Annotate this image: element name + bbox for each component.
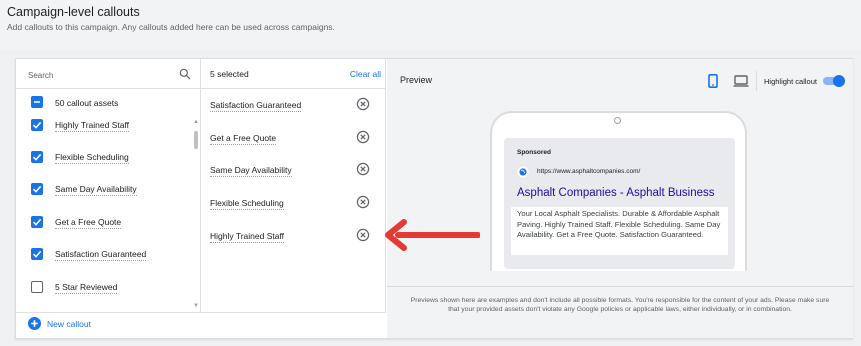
page-title: Campaign-level callouts (7, 5, 140, 19)
sponsored-label: Sponsored (517, 149, 551, 156)
asset-checkbox[interactable] (31, 183, 43, 195)
asset-row[interactable]: Satisfaction Guaranteed (16, 244, 192, 274)
search-bar (16, 59, 201, 89)
selected-count: 5 selected (210, 69, 249, 79)
mobile-icon[interactable] (707, 74, 719, 88)
check-icon (32, 185, 42, 193)
selected-item: Flexible Scheduling (201, 193, 386, 223)
preview-title: Preview (400, 75, 433, 85)
asset-row[interactable]: Flexible Scheduling (16, 147, 192, 177)
asset-checkbox[interactable] (31, 248, 43, 260)
plus-icon (28, 317, 41, 330)
ad-headline[interactable]: Asphalt Companies - Asphalt Business (517, 187, 715, 199)
selected-item-label: Same Day Availability (210, 165, 292, 177)
selected-item-label: Highly Trained Staff (210, 231, 285, 243)
select-all-row[interactable]: 50 callout assets (16, 90, 201, 112)
asset-checkbox[interactable] (31, 119, 43, 131)
indeterminate-icon (34, 101, 40, 103)
ad-preview-card: Sponsored https://www.asphaltcompanies.c… (504, 138, 735, 269)
search-icon[interactable] (178, 67, 192, 81)
selected-item-label: Satisfaction Guaranteed (210, 100, 302, 112)
asset-label: Highly Trained Staff (55, 120, 130, 132)
callout-card: 50 callout assets Highly Trained Staff F… (15, 58, 853, 339)
annotation-arrow (385, 219, 480, 251)
scroll-thumb[interactable] (194, 131, 198, 149)
asset-row[interactable]: Get a Free Quote (16, 212, 192, 242)
select-all-label: 50 callout assets (55, 98, 119, 108)
asset-checkbox[interactable] (31, 216, 43, 228)
search-input[interactable] (28, 68, 168, 82)
ad-display-url: https://www.asphaltcompanies.com/ (537, 168, 641, 175)
asset-label: Same Day Availability (55, 184, 137, 196)
highlight-callout-toggle[interactable] (823, 75, 845, 87)
asset-label: Satisfaction Guaranteed (55, 249, 147, 261)
selected-item: Get a Free Quote (201, 128, 386, 158)
remove-icon[interactable] (356, 228, 370, 242)
globe-icon (517, 166, 529, 178)
selected-item: Highly Trained Staff (201, 226, 386, 256)
select-all-checkbox[interactable] (31, 96, 43, 108)
phone-camera (614, 117, 621, 124)
asset-checkbox[interactable] (31, 281, 43, 293)
ad-description: Your Local Asphalt Specialists. Durable … (511, 207, 728, 255)
selected-item: Satisfaction Guaranteed (201, 95, 386, 125)
preview-panel: Preview Highlight callout Sponsored http… (387, 59, 853, 338)
scroll-up-icon[interactable]: ▲ (193, 119, 199, 125)
asset-list-scrollbar[interactable]: ▲ ▼ (192, 119, 200, 309)
remove-icon[interactable] (356, 97, 370, 111)
selected-header: 5 selected Clear all (201, 59, 386, 89)
remove-icon[interactable] (356, 130, 370, 144)
page-header: Campaign-level callouts Add callouts to … (0, 0, 861, 50)
asset-list: Highly Trained Staff Flexible Scheduling… (16, 115, 201, 311)
check-icon (32, 218, 42, 226)
new-callout-label: New callout (47, 319, 91, 329)
preview-disclaimer: Previews shown here are examples and don… (387, 286, 853, 338)
scroll-down-icon[interactable]: ▼ (193, 303, 199, 309)
clear-all-button[interactable]: Clear all (350, 69, 381, 79)
selected-list: 5 selected Clear all Satisfaction Guaran… (201, 59, 386, 312)
phone-mockup: Sponsored https://www.asphaltcompanies.c… (490, 111, 747, 271)
selected-item: Same Day Availability (201, 160, 386, 190)
asset-label: Get a Free Quote (55, 217, 122, 229)
toolbar-divider (756, 71, 757, 91)
asset-picker: 50 callout assets Highly Trained Staff F… (16, 59, 201, 312)
asset-row[interactable]: Same Day Availability (16, 179, 192, 209)
remove-icon[interactable] (356, 162, 370, 176)
check-icon (32, 121, 42, 129)
asset-row[interactable]: Highly Trained Staff (16, 115, 192, 145)
asset-checkbox[interactable] (31, 151, 43, 163)
check-icon (32, 153, 42, 161)
remove-icon[interactable] (356, 195, 370, 209)
asset-label: 5 Star Reviewed (55, 282, 118, 294)
selected-item-label: Flexible Scheduling (210, 198, 284, 210)
selected-item-label: Get a Free Quote (210, 133, 277, 145)
highlight-callout-label: Highlight callout (764, 77, 817, 86)
check-icon (32, 250, 42, 258)
asset-row[interactable]: 5 Star Reviewed (16, 277, 192, 307)
page-subtitle: Add callouts to this campaign. Any callo… (7, 22, 335, 32)
toggle-knob (833, 75, 845, 87)
desktop-icon[interactable] (733, 74, 749, 88)
asset-label: Flexible Scheduling (55, 152, 129, 164)
